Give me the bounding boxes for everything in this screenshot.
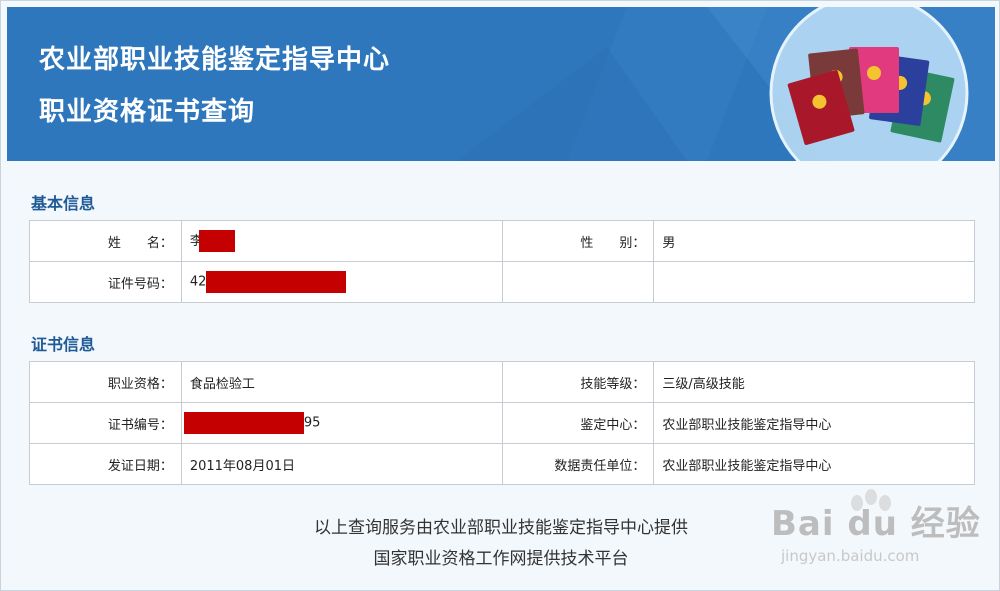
cert-no-value: 95 [303, 415, 321, 431]
issue-date-label: 发证日期： [29, 443, 182, 485]
basic-info-table: 姓 名： 李 性 别： 男 证件号码： 42 [29, 220, 975, 303]
empty-cell [653, 261, 975, 303]
table-row: 发证日期： 2011年08月01日 数据责任单位： 农业部职业技能鉴定指导中心 [29, 443, 975, 485]
name-value-cell: 李 [180, 220, 503, 262]
center-label: 鉴定中心： [501, 402, 655, 444]
center-value: 农业部职业技能鉴定指导中心 [653, 402, 975, 444]
table-row: 姓 名： 李 性 别： 男 [29, 220, 975, 262]
header-title: 农业部职业技能鉴定指导中心 [39, 45, 391, 75]
cert-info-table: 职业资格： 食品检验工 技能等级： 三级/高级技能 证书编号： 95 鉴定中心：… [29, 361, 975, 485]
skill-level-label: 技能等级： [501, 361, 655, 403]
responsible-value: 农业部职业技能鉴定指导中心 [653, 443, 975, 485]
name-label: 姓 名： [29, 220, 182, 262]
id-value: 42 [189, 274, 207, 290]
id-value-cell: 42 [180, 261, 503, 303]
table-row: 证书编号： 95 鉴定中心： 农业部职业技能鉴定指导中心 [29, 402, 975, 444]
table-row: 职业资格： 食品检验工 技能等级： 三级/高级技能 [29, 361, 975, 403]
certificates-illustration [769, 7, 969, 161]
cert-info-title: 证书信息 [31, 335, 96, 354]
redaction-mark [183, 412, 304, 434]
skill-level-value: 三级/高级技能 [653, 361, 975, 403]
empty-cell [501, 261, 655, 303]
gender-value: 男 [653, 220, 975, 262]
header-banner: 农业部职业技能鉴定指导中心 职业资格证书查询 [7, 7, 995, 161]
qualification-value: 食品检验工 [180, 361, 503, 403]
basic-info-title: 基本信息 [31, 194, 96, 213]
redaction-mark [206, 271, 347, 293]
watermark-brand: Bai du 经验 [771, 504, 981, 544]
watermark-url: jingyan.baidu.com [781, 547, 920, 565]
qualification-label: 职业资格： [29, 361, 182, 403]
header-subtitle: 职业资格证书查询 [39, 97, 256, 127]
redaction-mark [198, 230, 235, 253]
responsible-label: 数据责任单位： [501, 443, 655, 485]
table-row: 证件号码： 42 [29, 261, 975, 303]
cert-no-value-cell: 95 [180, 402, 503, 444]
issue-date-value: 2011年08月01日 [180, 443, 503, 485]
page-frame: 农业部职业技能鉴定指导中心 职业资格证书查询 基本信息 姓 名： 李 性 别： … [0, 0, 1000, 591]
id-label: 证件号码： [29, 261, 182, 303]
gender-label: 性 别： [501, 220, 655, 262]
cert-no-label: 证书编号： [29, 402, 182, 444]
